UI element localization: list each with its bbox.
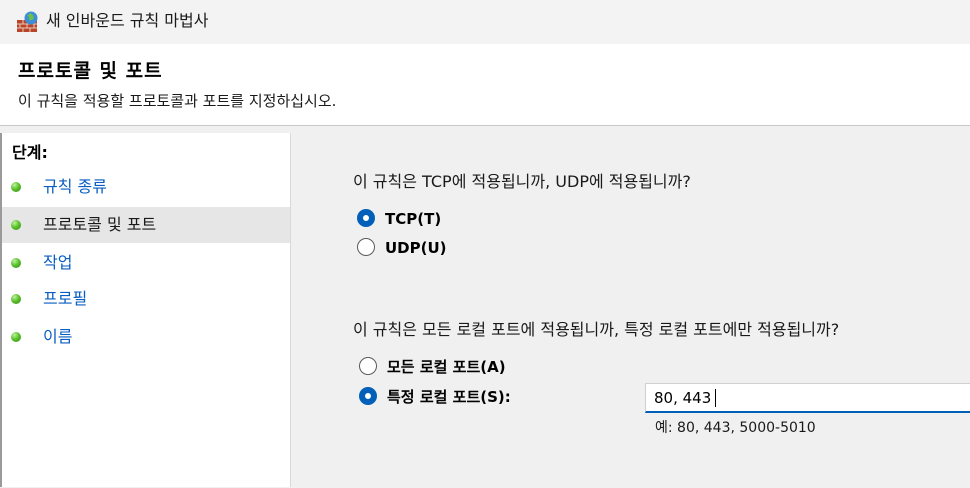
ports-example-hint: 예: 80, 443, 5000-5010 [655,420,816,436]
step-protocol-ports[interactable]: 프로토콜 및 포트 [2,207,290,243]
step-status-icon [11,220,21,230]
ports-question: 이 규칙은 모든 로컬 포트에 적용됩니까, 특정 로컬 포트에만 적용됩니까? [353,320,840,339]
title-bar: 새 인바운드 규칙 마법사 [0,0,970,44]
step-profile[interactable]: 프로필 [2,281,290,317]
step-status-icon [11,332,21,342]
step-status-icon [11,294,21,304]
steps-title: 단계: [12,143,48,162]
specific-ports-radio-label[interactable]: 특정 로컬 포트(S): [387,386,511,408]
page-title: 프로토콜 및 포트 [18,60,163,82]
wizard-header: 프로토콜 및 포트 이 규칙을 적용할 프로토콜과 포트를 지정하십시오. [0,44,970,125]
firewall-wizard-icon [17,11,38,32]
page-description: 이 규칙을 적용할 프로토콜과 포트를 지정하십시오. [18,92,337,110]
step-label: 프로필 [43,289,88,308]
step-status-icon [11,182,21,192]
udp-radio-label[interactable]: UDP(U) [385,237,447,259]
step-label: 작업 [43,253,73,272]
protocol-ports-panel: 이 규칙은 TCP에 적용됩니까, UDP에 적용됩니까? TCP(T) UDP… [291,133,970,487]
specific-ports-radio[interactable] [359,387,377,405]
steps-pane: 단계: 규칙 종류 프로토콜 및 포트 작업 프로필 이름 [2,133,290,487]
step-status-icon [11,258,21,268]
tcp-radio[interactable] [357,209,375,227]
step-label: 규칙 종류 [43,177,107,196]
step-label: 이름 [43,327,73,346]
protocol-question: 이 규칙은 TCP에 적용됩니까, UDP에 적용됩니까? [353,172,691,191]
all-ports-radio-label[interactable]: 모든 로컬 포트(A) [387,356,506,378]
all-ports-radio[interactable] [359,357,377,375]
step-label: 프로토콜 및 포트 [43,215,157,234]
tcp-radio-label[interactable]: TCP(T) [385,208,441,230]
specific-ports-input[interactable] [645,383,970,413]
step-rule-type[interactable]: 규칙 종류 [2,169,290,205]
step-name[interactable]: 이름 [2,319,290,355]
udp-radio[interactable] [357,238,375,256]
text-caret [715,389,716,407]
window-title: 새 인바운드 규칙 마법사 [46,11,209,30]
step-action[interactable]: 작업 [2,245,290,281]
